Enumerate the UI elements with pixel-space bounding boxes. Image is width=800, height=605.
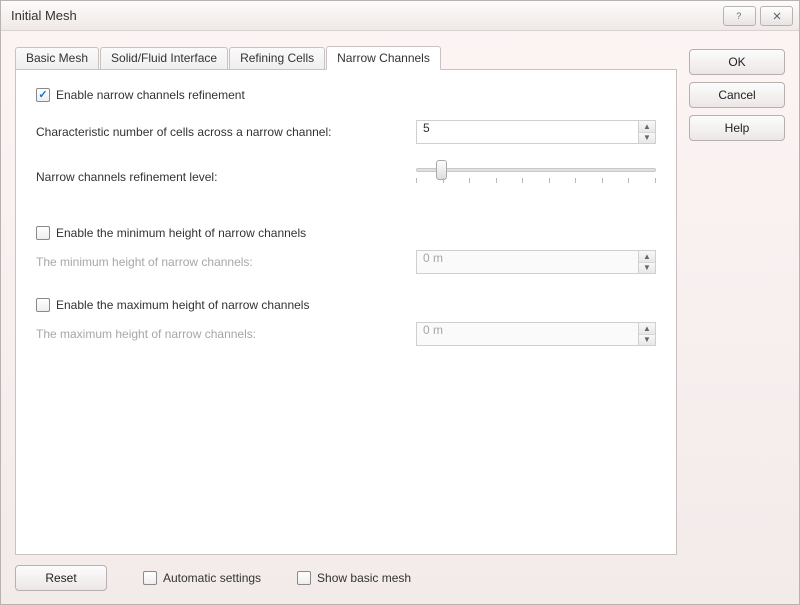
checkbox-automatic-settings[interactable]: Automatic settings xyxy=(143,571,261,585)
spin-input-cells-across[interactable]: 5 xyxy=(416,120,638,144)
upper-area: Basic Mesh Solid/Fluid Interface Refinin… xyxy=(15,45,785,554)
label-refine-level: Narrow channels refinement level: xyxy=(36,170,416,184)
checkbox-label: Show basic mesh xyxy=(317,571,411,585)
check-icon xyxy=(143,571,157,585)
tab-refining-cells[interactable]: Refining Cells xyxy=(229,47,325,69)
spin-input-max-height: 0 m xyxy=(416,322,638,346)
check-icon xyxy=(36,88,50,102)
slider-ticks xyxy=(416,178,656,183)
label-min-height: The minimum height of narrow channels: xyxy=(36,255,416,269)
svg-text:?: ? xyxy=(736,11,741,21)
tab-basic-mesh[interactable]: Basic Mesh xyxy=(15,47,99,69)
tab-solid-fluid-interface[interactable]: Solid/Fluid Interface xyxy=(100,47,228,69)
slider-thumb[interactable] xyxy=(436,160,447,180)
spin-buttons: ▲ ▼ xyxy=(638,322,656,346)
row-refine-level: Narrow channels refinement level: xyxy=(36,162,656,192)
row-enable-narrow-channels: Enable narrow channels refinement xyxy=(36,88,656,102)
checkbox-enable-narrow-channels[interactable]: Enable narrow channels refinement xyxy=(36,88,245,102)
slider-refine-level[interactable] xyxy=(416,162,656,192)
close-icon xyxy=(771,10,783,22)
tab-panel-narrow-channels: Enable narrow channels refinement Charac… xyxy=(15,69,677,555)
spin-input-min-height: 0 m xyxy=(416,250,638,274)
row-cells-across: Characteristic number of cells across a … xyxy=(36,120,656,144)
checkbox-label: Enable narrow channels refinement xyxy=(56,88,245,102)
label-cells-across: Characteristic number of cells across a … xyxy=(36,125,416,139)
check-icon xyxy=(297,571,311,585)
dialog-window: Initial Mesh ? Basic Mesh Solid/Fluid In… xyxy=(0,0,800,605)
checkbox-enable-max-height[interactable]: Enable the maximum height of narrow chan… xyxy=(36,298,309,312)
label-max-height: The maximum height of narrow channels: xyxy=(36,327,416,341)
close-button[interactable] xyxy=(760,6,793,26)
help-button[interactable]: ? xyxy=(723,6,756,26)
check-icon xyxy=(36,226,50,240)
help-icon: ? xyxy=(734,10,746,22)
spin-up-icon[interactable]: ▲ xyxy=(639,121,655,133)
spin-down-icon[interactable]: ▼ xyxy=(639,133,655,144)
slider-track xyxy=(416,168,656,172)
window-title: Initial Mesh xyxy=(11,8,719,23)
spin-up-icon: ▲ xyxy=(639,251,655,263)
row-enable-min-height: Enable the minimum height of narrow chan… xyxy=(36,226,656,240)
spin-max-height: 0 m ▲ ▼ xyxy=(416,322,656,346)
spin-buttons: ▲ ▼ xyxy=(638,250,656,274)
checkbox-label: Enable the maximum height of narrow chan… xyxy=(56,298,309,312)
checkbox-show-basic-mesh[interactable]: Show basic mesh xyxy=(297,571,411,585)
tab-narrow-channels[interactable]: Narrow Channels xyxy=(326,46,441,70)
checkbox-label: Enable the minimum height of narrow chan… xyxy=(56,226,306,240)
checkbox-label: Automatic settings xyxy=(163,571,261,585)
tab-host: Basic Mesh Solid/Fluid Interface Refinin… xyxy=(15,45,677,554)
help-button-side[interactable]: Help xyxy=(689,115,785,141)
checkbox-enable-min-height[interactable]: Enable the minimum height of narrow chan… xyxy=(36,226,306,240)
row-min-height: The minimum height of narrow channels: 0… xyxy=(36,250,656,274)
spin-cells-across[interactable]: 5 ▲ ▼ xyxy=(416,120,656,144)
row-enable-max-height: Enable the maximum height of narrow chan… xyxy=(36,298,656,312)
bottom-bar: Reset Automatic settings Show basic mesh xyxy=(15,554,785,592)
spin-down-icon: ▼ xyxy=(639,335,655,346)
cancel-button[interactable]: Cancel xyxy=(689,82,785,108)
spin-up-icon: ▲ xyxy=(639,323,655,335)
tab-strip: Basic Mesh Solid/Fluid Interface Refinin… xyxy=(15,45,677,69)
reset-button[interactable]: Reset xyxy=(15,565,107,591)
spin-buttons: ▲ ▼ xyxy=(638,120,656,144)
spin-min-height: 0 m ▲ ▼ xyxy=(416,250,656,274)
ok-button[interactable]: OK xyxy=(689,49,785,75)
client-area: Basic Mesh Solid/Fluid Interface Refinin… xyxy=(1,31,799,604)
row-max-height: The maximum height of narrow channels: 0… xyxy=(36,322,656,346)
titlebar: Initial Mesh ? xyxy=(1,1,799,31)
spin-down-icon: ▼ xyxy=(639,263,655,274)
check-icon xyxy=(36,298,50,312)
side-buttons: OK Cancel Help xyxy=(689,45,785,554)
